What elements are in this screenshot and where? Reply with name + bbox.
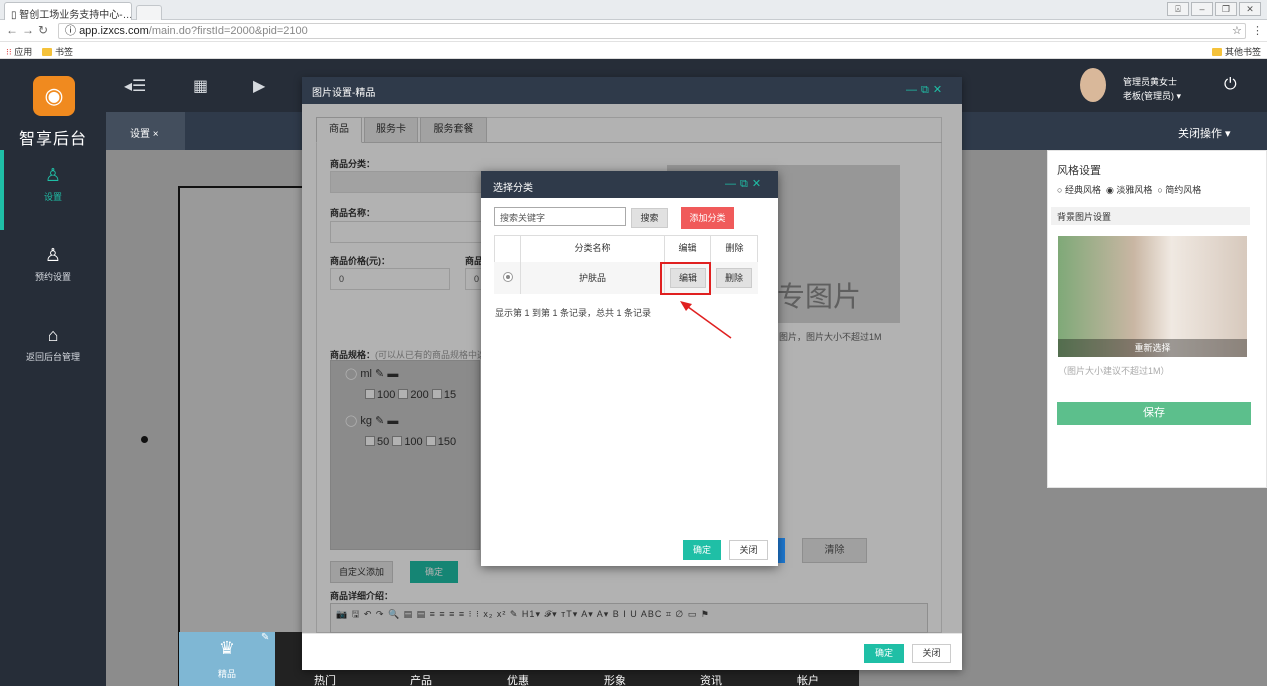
nav-item-hot[interactable]: 热门 xyxy=(314,672,336,686)
logo-text: 智享后台 xyxy=(18,131,87,148)
modal-close-button[interactable]: 关闭 xyxy=(912,644,951,663)
info-icon: ⓘ xyxy=(65,25,80,37)
menu-dots-icon[interactable]: ⋮ xyxy=(1252,24,1263,37)
apps-bookmark[interactable]: ⁝⁝ 应用 xyxy=(6,45,32,58)
user-icon: ♙ xyxy=(44,245,62,265)
bg-title: 背景图片设置 xyxy=(1051,207,1250,225)
nav-item-news[interactable]: 资讯 xyxy=(700,672,722,686)
window-controls: ⍓ – ❐ ✕ xyxy=(1167,2,1261,16)
nav-item-products[interactable]: 产品 xyxy=(410,672,432,686)
avatar[interactable] xyxy=(1080,68,1106,102)
phone-home-dot xyxy=(141,436,148,443)
modal-title: 图片设置-精品 xyxy=(302,77,962,104)
app-sidebar xyxy=(0,59,106,686)
record-info: 显示第 1 到第 1 条记录，总共 1 条记录 xyxy=(495,308,652,318)
table-header-edit: 编辑 xyxy=(665,235,711,262)
delete-button[interactable]: 删除 xyxy=(716,268,752,288)
radio-elegant[interactable]: ◉ 淡雅风格 xyxy=(1106,185,1152,195)
menu-toggle-icon[interactable]: ◂☰ xyxy=(124,76,146,96)
nav-buttons: ←→↻ xyxy=(6,23,52,37)
reload-icon[interactable]: ↻ xyxy=(38,23,52,37)
hidden-button-edge xyxy=(777,538,785,563)
nav-item-image[interactable]: 形象 xyxy=(604,672,626,686)
forward-icon[interactable]: → xyxy=(22,23,38,37)
image-size-hint: （图片大小建议不超过1M） xyxy=(1058,366,1170,376)
phone-preview xyxy=(178,186,308,686)
close-icon[interactable]: ✕ xyxy=(752,178,765,190)
bookmark-bar: ⁝⁝ 应用 书签 其他书签 xyxy=(0,42,1267,59)
category-close-button[interactable]: 关闭 xyxy=(729,540,768,560)
maximize-icon[interactable]: ⧉ xyxy=(921,84,933,96)
table-header-delete: 删除 xyxy=(725,243,744,253)
style-options: ○ 经典风格 ◉ 淡雅风格 ○ 简约风格 xyxy=(1057,183,1201,196)
table-header-name: 分类名称 xyxy=(521,235,665,262)
folder-icon xyxy=(42,48,52,56)
modal-footer xyxy=(302,633,962,670)
row-radio[interactable] xyxy=(503,272,513,282)
user-icon: ♙ xyxy=(44,165,62,185)
category-modal-controls: —⧉✕ xyxy=(725,177,765,191)
back-icon[interactable]: ← xyxy=(6,23,22,37)
modal-window-controls: —⧉✕ xyxy=(906,83,946,97)
wifi-logo-icon: ◉ xyxy=(33,76,75,116)
minimize-icon[interactable]: — xyxy=(906,84,921,96)
style-title: 风格设置 xyxy=(1057,165,1101,177)
radio-simple[interactable]: ○ 简约风格 xyxy=(1157,185,1201,195)
browser-tab-title: 智创工场业务支持中心-… xyxy=(19,10,132,20)
star-icon[interactable]: ☆ xyxy=(1232,24,1242,37)
sidebar-item-booking[interactable]: ♙ 预约设置 xyxy=(0,245,106,283)
highlight-box xyxy=(660,262,711,295)
sidebar-item-settings[interactable]: ♙ 设置 xyxy=(0,165,106,203)
annotation-arrow xyxy=(680,301,732,339)
minimize-icon[interactable]: — xyxy=(725,178,740,190)
restore-icon[interactable]: ❐ xyxy=(1215,2,1237,16)
save-button[interactable]: 保存 xyxy=(1057,402,1251,425)
category-confirm-button[interactable]: 确定 xyxy=(683,540,721,560)
close-operations-dropdown[interactable]: 关闭操作 ▾ xyxy=(1178,125,1231,141)
browser-tab-active[interactable]: ▯ 智创工场业务支持中心-… × xyxy=(4,2,132,20)
nav-item-account[interactable]: 帐户 xyxy=(797,672,819,686)
video-icon[interactable]: ▶ xyxy=(253,76,265,96)
pencil-icon[interactable]: ✎ xyxy=(261,632,269,643)
new-tab-button[interactable] xyxy=(136,5,162,20)
table-cell-name: 护肤品 xyxy=(521,262,665,294)
other-bookmarks-folder[interactable]: 其他书签 xyxy=(1212,45,1261,58)
reselect-button[interactable]: 重新选择 xyxy=(1058,339,1247,357)
radio-classic[interactable]: ○ 经典风格 xyxy=(1057,185,1101,195)
home-icon: ⌂ xyxy=(47,325,59,345)
select-category-modal xyxy=(481,171,778,566)
grid-icon[interactable]: ▦ xyxy=(193,76,208,96)
folder-icon xyxy=(1212,48,1222,56)
nav-item-offers[interactable]: 优惠 xyxy=(507,672,529,686)
maximize-icon[interactable]: ⧉ xyxy=(740,178,752,190)
table-header-select xyxy=(494,235,521,262)
minimize-icon[interactable]: – xyxy=(1191,2,1213,16)
tab-settings[interactable]: 设置 × xyxy=(106,112,185,150)
power-icon[interactable]: ⏻ xyxy=(1224,76,1237,94)
url-input[interactable]: ⓘ app.izxcs.com/main.do?firstId=2000&pid… xyxy=(58,23,1246,39)
close-icon[interactable]: ✕ xyxy=(933,84,946,96)
apps-grid-icon: ⁝⁝ xyxy=(6,47,12,57)
search-button[interactable]: 搜索 xyxy=(631,208,668,228)
search-input[interactable]: 搜索关键字 xyxy=(494,207,626,226)
browser-tabbar xyxy=(0,0,1267,20)
sidebar-item-back[interactable]: ⌂ 返回后台管理 xyxy=(0,325,106,363)
admin-role-dropdown[interactable]: 老板(管理员) ▾ xyxy=(1123,89,1181,102)
close-window-icon[interactable]: ✕ xyxy=(1239,2,1261,16)
modal-confirm-button[interactable]: 确定 xyxy=(864,644,904,663)
bookmarks-folder[interactable]: 书签 xyxy=(42,45,73,58)
add-category-button[interactable]: 添加分类 xyxy=(681,207,734,229)
admin-name: 管理员黄女士 xyxy=(1123,77,1178,87)
user-icon[interactable]: ⍓ xyxy=(1167,2,1189,16)
